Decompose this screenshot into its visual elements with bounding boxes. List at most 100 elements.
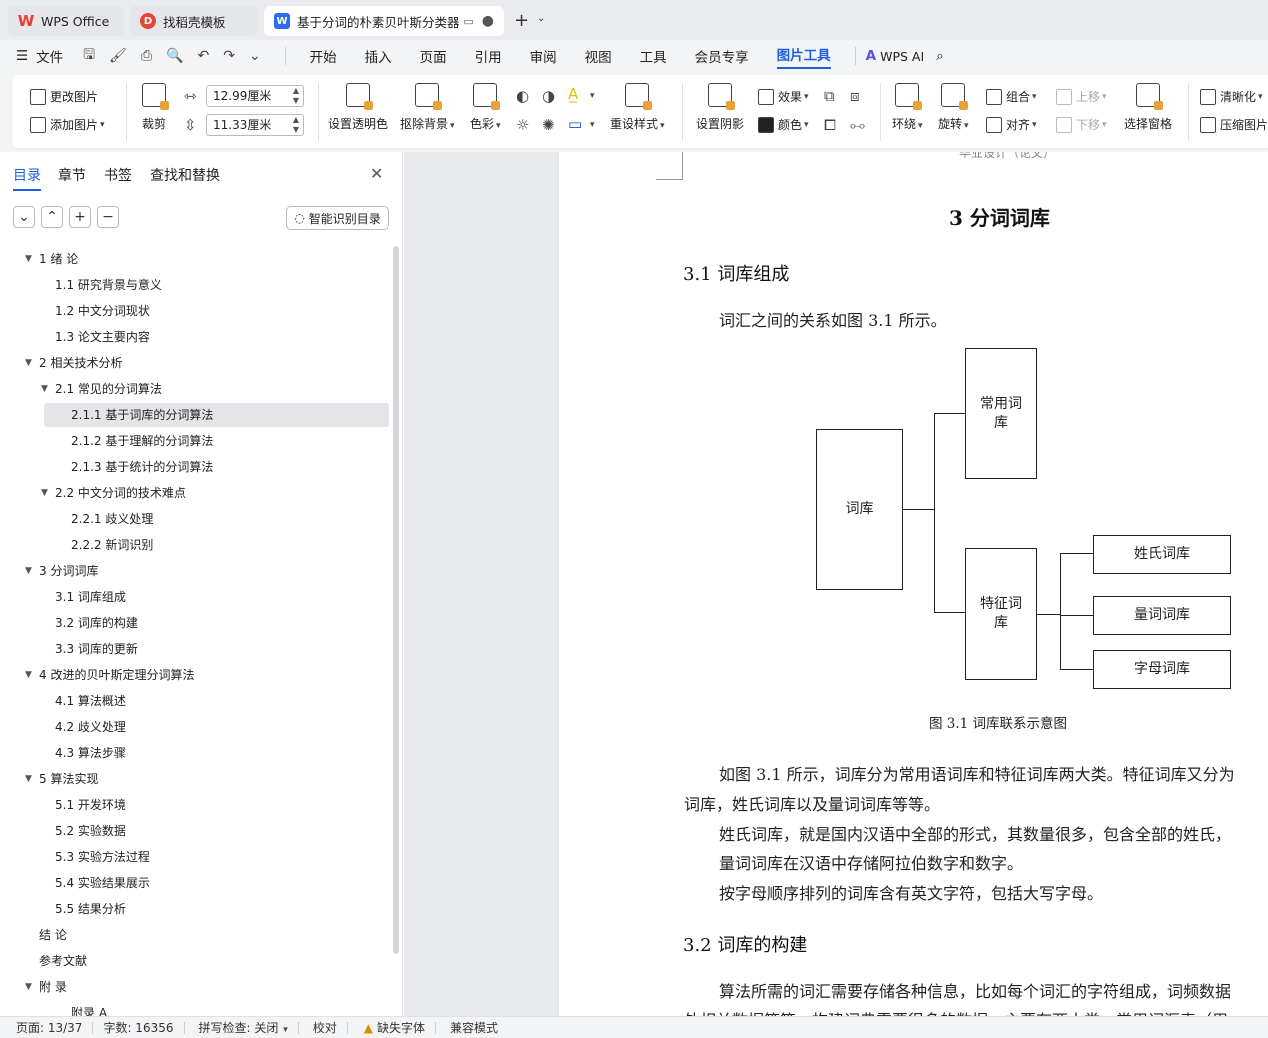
shadow-down-icon[interactable]: ⧈ (850, 87, 860, 105)
toc-item[interactable]: 1.3 论文主要内容 (0, 325, 392, 349)
expand-triangle-icon[interactable]: ▼ (25, 559, 32, 583)
smart-toc-button[interactable]: ◌ 智能识别目录 (286, 206, 389, 230)
toc-item[interactable]: 3.1 词库组成 (0, 585, 392, 609)
group-button[interactable]: 组合 ▾ (986, 88, 1037, 105)
shadow-left-icon[interactable]: ⧠ (824, 116, 836, 134)
save-icon[interactable]: 🖫 (83, 44, 95, 68)
decrease-contrast-icon[interactable]: ◑ (542, 87, 555, 105)
increase-brightness-icon[interactable]: ☼ (516, 116, 529, 134)
increase-contrast-icon[interactable]: ◐ (516, 87, 529, 105)
toc-item[interactable]: 5.5 结果分析 (0, 897, 392, 921)
unsaved-dot-icon[interactable]: ● (482, 13, 494, 29)
menu-tab-view[interactable]: 视图 (585, 46, 612, 66)
tab-list-chevron-icon[interactable]: ⌄ (537, 13, 545, 24)
expand-triangle-icon[interactable]: ▼ (41, 377, 48, 401)
width-input[interactable]: 12.99厘米 ▲ ▼ (206, 85, 304, 107)
height-input[interactable]: 11.33厘米 ▲ ▼ (206, 114, 304, 136)
menu-tab-page[interactable]: 页面 (420, 46, 447, 66)
toc-item[interactable]: 5.4 实验结果展示 (0, 871, 392, 895)
expand-chevron-icon[interactable]: ⌃ (41, 206, 63, 228)
toc-item[interactable]: 3.2 词库的构建 (0, 611, 392, 635)
menu-tab-references[interactable]: 引用 (475, 46, 502, 66)
print-icon[interactable]: ⎙ (141, 48, 152, 64)
shadow-right-icon[interactable]: ⧟ (850, 116, 865, 134)
menu-tab-insert[interactable]: 插入 (365, 46, 392, 66)
toc-item[interactable]: 4.1 算法概述 (0, 689, 392, 713)
rotate-button[interactable]: 旋转 ▾ (938, 83, 969, 132)
expand-triangle-icon[interactable]: ▼ (25, 351, 32, 375)
toc-item[interactable]: 5.2 实验数据 (0, 819, 392, 843)
decrease-brightness-icon[interactable]: ✺ (542, 116, 555, 134)
effect-button[interactable]: 效果 ▾ (758, 88, 809, 105)
align-button[interactable]: 对齐 ▾ (986, 116, 1037, 133)
menu-tab-member[interactable]: 会员专享 (695, 46, 749, 66)
tab-docer-templates[interactable]: D 找稻壳模板 (130, 6, 258, 36)
send-backward-button[interactable]: 下移 ▾ (1056, 116, 1107, 133)
chevron-down-icon[interactable]: ▾ (590, 91, 595, 101)
nav-tab-toc[interactable]: 目录 (13, 165, 41, 191)
chevron-down-icon[interactable]: ▾ (590, 120, 595, 130)
wps-ai-button[interactable]: WPS AI (880, 49, 924, 64)
toc-item[interactable]: ▼ 5 算法实现 (0, 767, 392, 791)
toc-item[interactable]: 3.3 词库的更新 (0, 637, 392, 661)
nav-tab-find-replace[interactable]: 查找和替换 (150, 165, 220, 185)
spell-check-toggle[interactable]: 拼写检查: 关闭 ▾ (199, 1019, 288, 1036)
sharpen-button[interactable]: 清晰化 ▾ (1200, 88, 1263, 105)
toc-item[interactable]: 4.3 算法步骤 (0, 741, 392, 765)
remove-heading-icon[interactable]: − (97, 206, 119, 228)
missing-font-button[interactable]: ▲ 缺失字体 (364, 1019, 425, 1036)
toc-item[interactable]: ▼ 附 录 (0, 975, 392, 999)
tab-document[interactable]: W 基于分词的朴素贝叶斯分类器 ▭ ● (264, 6, 504, 36)
toc-item[interactable]: ▼ 4 改进的贝叶斯定理分词算法 (0, 663, 392, 687)
proofread-button[interactable]: 校对 (313, 1019, 337, 1036)
format-painter-icon[interactable]: 🖌 (109, 48, 127, 64)
fill-color-button[interactable]: 颜色 ▾ (758, 116, 809, 133)
toc-item[interactable]: 2.1.1 基于词库的分词算法 (44, 403, 389, 427)
toc-item[interactable]: ▼ 3 分词词库 (0, 559, 392, 583)
toc-item[interactable]: 结 论 (0, 923, 392, 947)
toc-item[interactable]: ▼ 2.1 常见的分词算法 (0, 377, 392, 401)
compress-image-button[interactable]: 压缩图片 (1200, 116, 1268, 133)
bring-forward-button[interactable]: 上移 ▾ (1056, 88, 1107, 105)
crop-button[interactable]: 裁剪 (142, 83, 169, 132)
add-image-button[interactable]: 添加图片 ▾ (30, 116, 105, 133)
toc-item[interactable]: 2.1.3 基于统计的分词算法 (0, 455, 392, 479)
toc-item[interactable]: 2.2.1 歧义处理 (0, 507, 392, 531)
expand-triangle-icon[interactable]: ▼ (25, 247, 32, 271)
selection-pane-button[interactable]: 选择窗格 (1124, 83, 1172, 132)
set-transparent-button[interactable]: 设置透明色 (328, 83, 388, 132)
change-image-button[interactable]: 更改图片 (30, 88, 98, 105)
page-count[interactable]: 页面: 13/37 (16, 1019, 82, 1036)
hamburger-icon[interactable]: ☰ (16, 48, 28, 64)
toc-item[interactable]: ▼ 1 绪 论 (0, 247, 392, 271)
toc-item[interactable]: 1.1 研究背景与意义 (0, 273, 392, 297)
scrollbar[interactable] (393, 246, 399, 954)
document-page[interactable]: 毕业设计（论文） 3 分词词库 3.1 词库组成 词汇之间的关系如图 3.1 所… (559, 152, 1268, 1016)
shadow-button[interactable]: 设置阴影 (696, 83, 744, 132)
highlight-color-icon[interactable]: A̲ (568, 85, 578, 103)
remove-background-button[interactable]: 抠除背景 ▾ (400, 83, 455, 132)
toc-item[interactable]: 4.2 歧义处理 (0, 715, 392, 739)
toc-item[interactable]: 5.3 实验方法过程 (0, 845, 392, 869)
stepper-arrows-icon[interactable]: ▲ ▼ (293, 86, 299, 106)
toc-item[interactable]: 参考文献 (0, 949, 392, 973)
monitor-icon[interactable]: ▭ (463, 15, 473, 28)
expand-triangle-icon[interactable]: ▼ (25, 767, 32, 791)
tab-wps-office[interactable]: W WPS Office (8, 6, 124, 36)
menu-tab-tools[interactable]: 工具 (640, 46, 667, 66)
redo-icon[interactable]: ↷ (223, 48, 235, 64)
nav-tab-bookmarks[interactable]: 书签 (104, 165, 132, 185)
add-heading-icon[interactable]: + (69, 206, 91, 228)
color-button[interactable]: 色彩 ▾ (470, 83, 501, 132)
toc-item[interactable]: 2.2.2 新词识别 (0, 533, 392, 557)
expand-triangle-icon[interactable]: ▼ (25, 663, 32, 687)
toc-item[interactable]: 1.2 中文分词现状 (0, 299, 392, 323)
print-preview-icon[interactable]: 🔍 (166, 48, 183, 64)
menu-tab-review[interactable]: 审阅 (530, 46, 557, 66)
toc-item[interactable]: 2.1.2 基于理解的分词算法 (0, 429, 392, 453)
toc-item[interactable]: 5.1 开发环境 (0, 793, 392, 817)
toc-item[interactable]: ▼ 2.2 中文分词的技术难点 (0, 481, 392, 505)
word-count[interactable]: 字数: 16356 (103, 1019, 173, 1036)
search-icon[interactable]: ⌕ (936, 48, 944, 64)
border-color-icon[interactable]: ▭ (568, 115, 582, 133)
